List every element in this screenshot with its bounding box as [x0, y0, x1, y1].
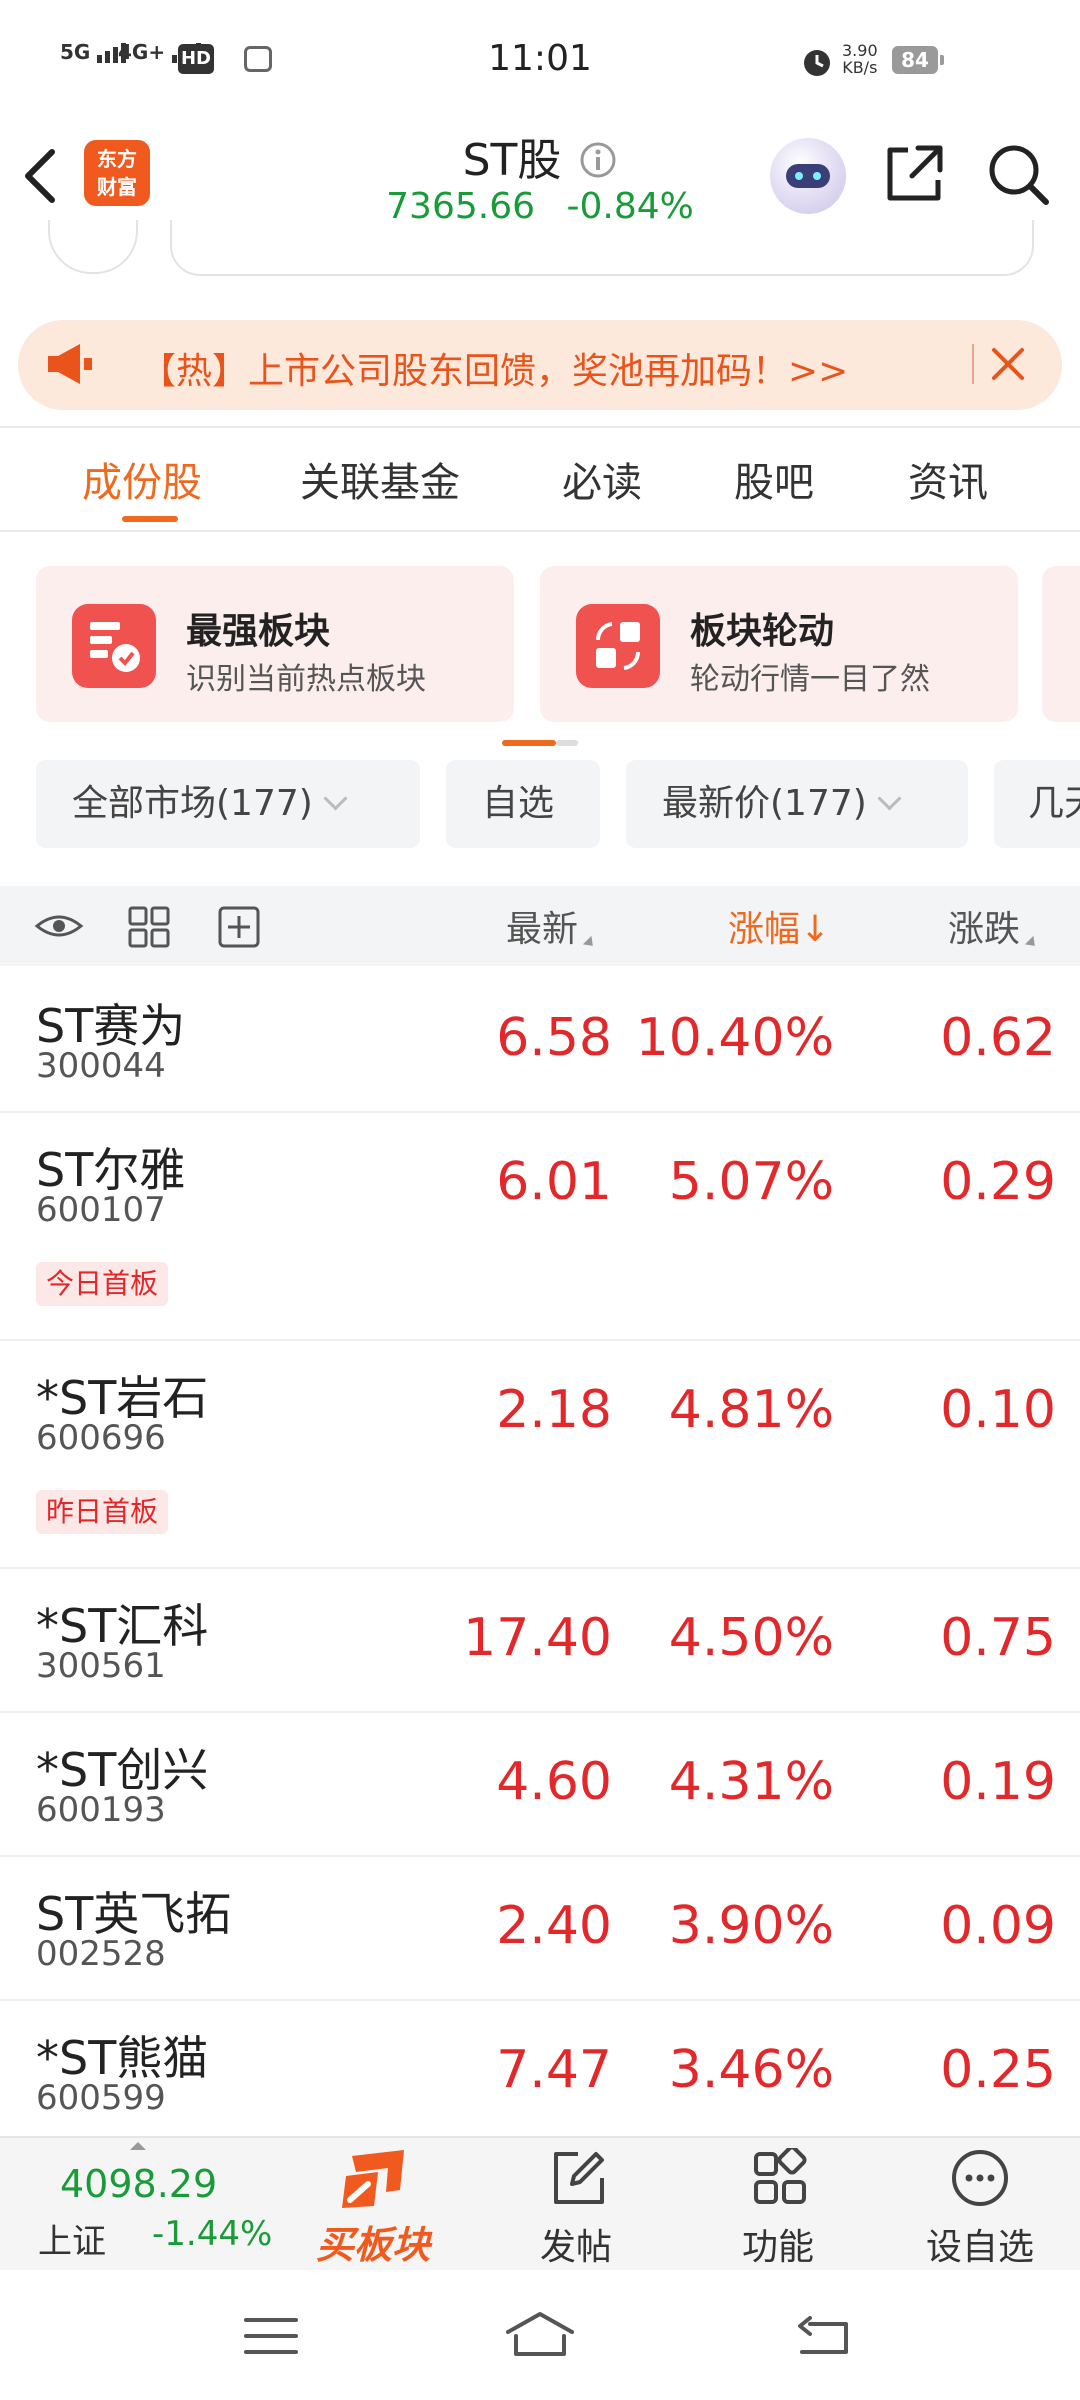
buy-sector-icon[interactable]	[338, 2146, 414, 2212]
status-badge: 昨日首板	[36, 1490, 169, 1534]
tab-components[interactable]: 成份股	[82, 450, 202, 508]
card-title: 最强板块	[186, 611, 331, 652]
stock-change: 0.62	[940, 1008, 1056, 1068]
alarm-icon	[804, 50, 830, 76]
status-bar: 5G 4G+ HD 11:01 3.90 KB/s 84	[0, 0, 1080, 120]
tab-indicator	[122, 516, 178, 522]
info-icon[interactable]	[579, 141, 617, 179]
add-watchlist-button[interactable]: 设自选	[900, 2218, 1060, 2270]
sector-chart-icon	[72, 604, 156, 688]
stock-change: 0.09	[940, 1896, 1056, 1956]
megaphone-icon	[48, 344, 92, 384]
filter-latest-price[interactable]: 最新价(177)	[626, 760, 968, 848]
stock-pct-change: 5.07%	[668, 1152, 834, 1212]
scrolled-search-remnant	[170, 220, 1034, 276]
stock-price: 7.47	[496, 2040, 612, 2100]
rotation-icon	[576, 604, 660, 688]
ai-assistant-icon[interactable]	[770, 138, 846, 214]
more-icon[interactable]	[950, 2148, 1010, 2208]
stock-pct-change: 10.40%	[635, 1008, 834, 1068]
stock-pct-change: 4.50%	[668, 1608, 834, 1668]
share-icon[interactable]	[882, 142, 944, 204]
close-icon[interactable]	[990, 346, 1026, 382]
tab-forum[interactable]: 股吧	[734, 450, 814, 508]
banner-divider	[972, 344, 974, 384]
card-subtitle: 识别当前热点板块	[186, 662, 426, 697]
stock-code: 600599	[36, 2078, 166, 2118]
card-partial[interactable]	[1042, 566, 1080, 722]
stock-code: 600193	[36, 1790, 166, 1830]
filter-days[interactable]: 几天	[994, 760, 1080, 848]
stock-price: 4.60	[496, 1752, 612, 1812]
stock-code: 300044	[36, 1046, 166, 1086]
functions-button[interactable]: 功能	[698, 2218, 858, 2270]
add-icon[interactable]	[218, 906, 260, 948]
stock-price: 6.01	[496, 1152, 612, 1212]
carousel-indicator-active	[502, 740, 556, 746]
tab-news[interactable]: 资讯	[908, 450, 988, 508]
stock-price: 2.18	[496, 1380, 612, 1440]
divider	[0, 426, 1080, 428]
column-pct-change[interactable]: 涨幅↓	[728, 900, 830, 952]
stock-change: 0.29	[940, 1152, 1056, 1212]
back-nav-icon[interactable]	[796, 2314, 852, 2358]
compose-icon[interactable]	[548, 2148, 608, 2208]
stock-change: 0.10	[940, 1380, 1056, 1440]
stock-change: 0.19	[940, 1752, 1056, 1812]
sh-index-value[interactable]: 4098.29	[60, 2162, 217, 2206]
grid-icon[interactable]	[128, 906, 170, 948]
eye-icon[interactable]	[34, 908, 84, 944]
stock-code: 002528	[36, 1934, 166, 1974]
stock-pct-change: 4.81%	[668, 1380, 834, 1440]
chevron-down-icon	[323, 786, 348, 811]
filter-watchlist[interactable]: 自选	[446, 760, 600, 848]
stock-change: 0.25	[940, 2040, 1056, 2100]
status-badge: 今日首板	[36, 1262, 169, 1306]
stock-code: 600107	[36, 1190, 166, 1230]
post-button[interactable]: 发帖	[496, 2218, 656, 2270]
stock-price: 2.40	[496, 1896, 612, 1956]
stock-price: 6.58	[496, 1008, 612, 1068]
expand-up-icon[interactable]	[128, 2140, 148, 2152]
card-title: 板块轮动	[690, 611, 835, 652]
buy-sector-button[interactable]: 买板块	[316, 2214, 430, 2269]
tab-related-funds[interactable]: 关联基金	[300, 450, 460, 508]
sh-index-change[interactable]: -1.44%	[152, 2214, 272, 2254]
chevron-down-icon	[877, 786, 902, 811]
stock-code: 600696	[36, 1418, 166, 1458]
functions-icon[interactable]	[750, 2148, 810, 2208]
stock-pct-change: 3.46%	[668, 2040, 834, 2100]
tab-must-read[interactable]: 必读	[562, 450, 642, 508]
banner-text[interactable]: 【热】上市公司股东回馈，奖池再加码！>>	[140, 342, 848, 394]
column-latest[interactable]: 最新	[506, 900, 598, 952]
stock-code: 300561	[36, 1646, 166, 1686]
scrolled-circle-remnant	[48, 220, 138, 274]
stock-change: 0.75	[940, 1608, 1056, 1668]
menu-icon[interactable]	[244, 2316, 298, 2356]
home-icon[interactable]	[504, 2310, 576, 2358]
sh-index-name[interactable]: 上证	[38, 2214, 106, 2263]
filter-market[interactable]: 全部市场(177)	[36, 760, 420, 848]
stock-price: 17.40	[463, 1608, 612, 1668]
divider	[0, 530, 1080, 532]
stock-pct-change: 3.90%	[668, 1896, 834, 1956]
carousel-indicator	[556, 740, 578, 746]
search-icon[interactable]	[986, 142, 1052, 208]
card-subtitle: 轮动行情一目了然	[690, 662, 930, 697]
stock-pct-change: 4.31%	[668, 1752, 834, 1812]
battery-icon: 84	[892, 46, 944, 74]
network-speed: 3.90 KB/s	[842, 41, 878, 77]
column-change[interactable]: 涨跌	[948, 900, 1040, 952]
